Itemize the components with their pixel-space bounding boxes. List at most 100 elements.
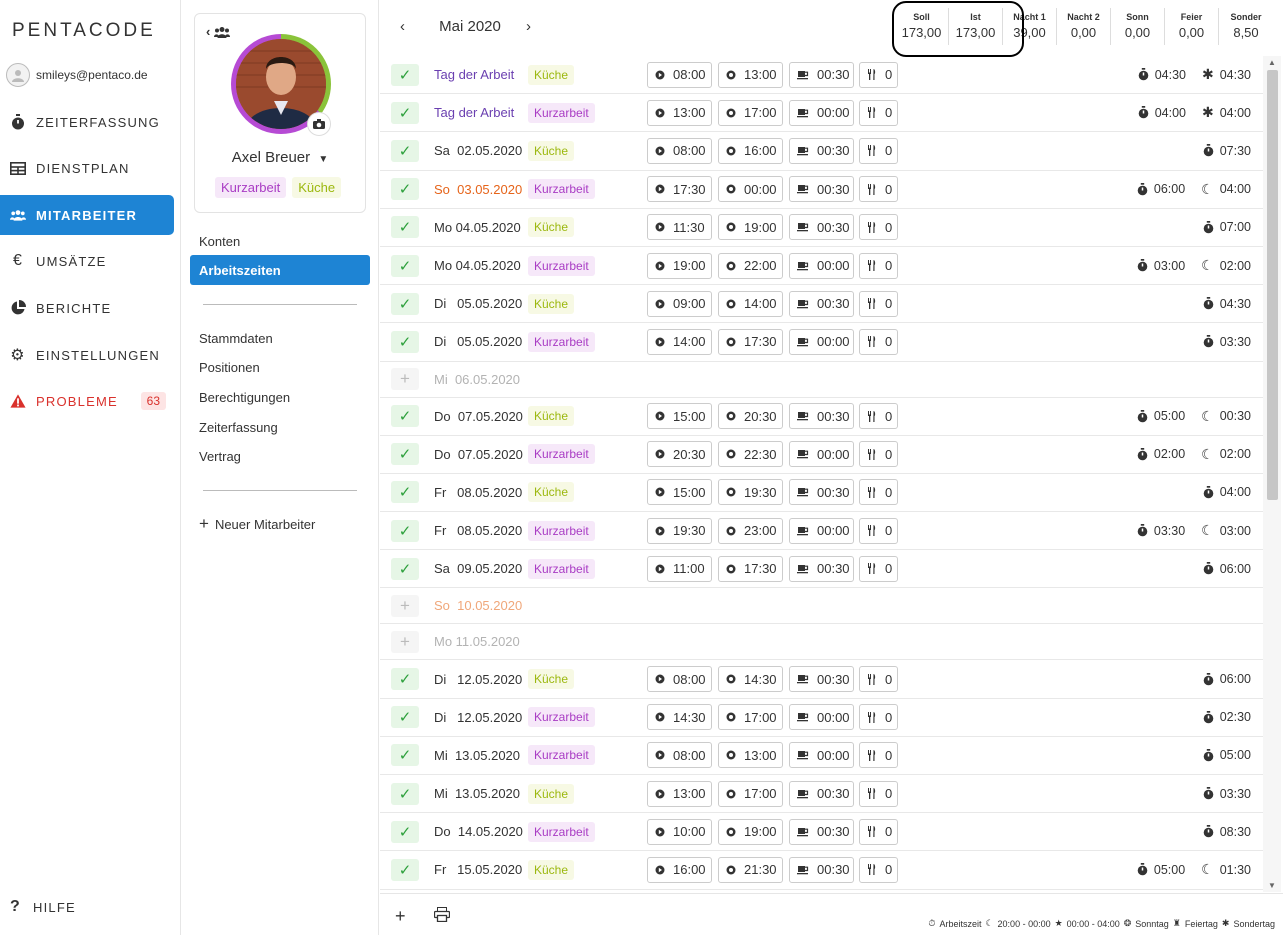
end-time-field[interactable]: 19:00: [718, 818, 783, 845]
meal-count-field[interactable]: 0: [859, 666, 898, 693]
approved-check-icon[interactable]: ✓: [391, 706, 419, 729]
end-time-field[interactable]: 19:00: [718, 214, 783, 241]
meal-count-field[interactable]: 0: [859, 137, 898, 164]
approved-check-icon[interactable]: ✓: [391, 178, 419, 201]
break-time-field[interactable]: 00:30: [789, 818, 854, 845]
camera-icon[interactable]: [307, 112, 331, 136]
start-time-field[interactable]: 08:00: [647, 61, 712, 88]
meal-count-field[interactable]: 0: [859, 99, 898, 126]
end-time-field[interactable]: 13:00: [718, 61, 783, 88]
start-time-field[interactable]: 11:00: [647, 555, 712, 582]
approved-check-icon[interactable]: ✓: [391, 139, 419, 162]
next-month-button[interactable]: ›: [526, 18, 540, 35]
break-time-field[interactable]: 00:30: [789, 214, 854, 241]
break-time-field[interactable]: 00:30: [789, 666, 854, 693]
start-time-field[interactable]: 08:00: [647, 137, 712, 164]
end-time-field[interactable]: 13:00: [718, 742, 783, 769]
end-time-field[interactable]: 14:30: [718, 666, 783, 693]
position-tag[interactable]: Küche: [528, 859, 575, 880]
position-tag[interactable]: Kurzarbeit: [528, 331, 595, 352]
submenu-vertrag[interactable]: Vertrag: [190, 441, 370, 471]
print-button[interactable]: [433, 906, 451, 927]
break-time-field[interactable]: 00:30: [789, 479, 854, 506]
meal-count-field[interactable]: 0: [859, 479, 898, 506]
meal-count-field[interactable]: 0: [859, 61, 898, 88]
position-tag[interactable]: Küche: [528, 482, 575, 503]
start-time-field[interactable]: 08:00: [647, 666, 712, 693]
help-link[interactable]: ? HILFE: [10, 898, 76, 916]
position-tag[interactable]: Kurzarbeit: [528, 444, 595, 465]
new-employee-button[interactable]: + Neuer Mitarbeiter: [190, 509, 370, 539]
end-time-field[interactable]: 22:00: [718, 252, 783, 279]
position-tag[interactable]: Küche: [528, 669, 575, 690]
end-time-field[interactable]: 19:30: [718, 479, 783, 506]
approved-check-icon[interactable]: ✓: [391, 292, 419, 315]
meal-count-field[interactable]: 0: [859, 441, 898, 468]
scrollbar[interactable]: ▲ ▼: [1263, 56, 1281, 892]
meal-count-field[interactable]: 0: [859, 214, 898, 241]
break-time-field[interactable]: 00:30: [789, 856, 854, 883]
nav-dienstplan[interactable]: DIENSTPLAN: [0, 148, 174, 188]
scrollbar-thumb[interactable]: [1267, 70, 1278, 500]
start-time-field[interactable]: 19:00: [647, 252, 712, 279]
break-time-field[interactable]: 00:00: [789, 328, 854, 355]
start-time-field[interactable]: 13:00: [647, 99, 712, 126]
approved-check-icon[interactable]: ✓: [391, 254, 419, 277]
scroll-down-icon[interactable]: ▼: [1268, 881, 1276, 890]
end-time-field[interactable]: 21:30: [718, 856, 783, 883]
position-tag[interactable]: Küche: [528, 406, 575, 427]
approved-check-icon[interactable]: ✓: [391, 782, 419, 805]
approved-check-icon[interactable]: ✓: [391, 481, 419, 504]
add-entry-plus-icon[interactable]: +: [391, 594, 419, 617]
start-time-field[interactable]: 19:30: [647, 517, 712, 544]
approved-check-icon[interactable]: ✓: [391, 443, 419, 466]
approved-check-icon[interactable]: ✓: [391, 405, 419, 428]
start-time-field[interactable]: 15:00: [647, 479, 712, 506]
add-entry-button[interactable]: +: [395, 906, 406, 927]
position-tag[interactable]: Kurzarbeit: [528, 558, 595, 579]
break-time-field[interactable]: 00:30: [789, 403, 854, 430]
approved-check-icon[interactable]: ✓: [391, 63, 419, 86]
submenu-arbeitszeiten[interactable]: Arbeitszeiten: [190, 255, 370, 285]
start-time-field[interactable]: 15:00: [647, 403, 712, 430]
approved-check-icon[interactable]: ✓: [391, 330, 419, 353]
end-time-field[interactable]: 14:00: [718, 290, 783, 317]
end-time-field[interactable]: 22:30: [718, 441, 783, 468]
position-tag[interactable]: Küche: [528, 293, 575, 314]
back-to-employees-button[interactable]: ‹: [206, 24, 231, 39]
meal-count-field[interactable]: 0: [859, 856, 898, 883]
break-time-field[interactable]: 00:00: [789, 441, 854, 468]
meal-count-field[interactable]: 0: [859, 704, 898, 731]
break-time-field[interactable]: 00:30: [789, 555, 854, 582]
position-tag[interactable]: Kurzarbeit: [528, 745, 595, 766]
break-time-field[interactable]: 00:00: [789, 704, 854, 731]
position-tag[interactable]: Küche: [528, 140, 575, 161]
approved-check-icon[interactable]: ✓: [391, 668, 419, 691]
approved-check-icon[interactable]: ✓: [391, 744, 419, 767]
meal-count-field[interactable]: 0: [859, 290, 898, 317]
break-time-field[interactable]: 00:30: [789, 290, 854, 317]
start-time-field[interactable]: 11:30: [647, 214, 712, 241]
position-tag[interactable]: Küche: [528, 217, 575, 238]
end-time-field[interactable]: 17:30: [718, 555, 783, 582]
break-time-field[interactable]: 00:00: [789, 742, 854, 769]
meal-count-field[interactable]: 0: [859, 517, 898, 544]
nav-umsätze[interactable]: € UMSÄTZE: [0, 241, 174, 281]
end-time-field[interactable]: 17:30: [718, 328, 783, 355]
approved-check-icon[interactable]: ✓: [391, 519, 419, 542]
end-time-field[interactable]: 00:00: [718, 176, 783, 203]
meal-count-field[interactable]: 0: [859, 555, 898, 582]
submenu-konten[interactable]: Konten: [190, 226, 370, 256]
start-time-field[interactable]: 20:30: [647, 441, 712, 468]
prev-month-button[interactable]: ‹: [400, 18, 414, 35]
start-time-field[interactable]: 08:00: [647, 742, 712, 769]
position-tag[interactable]: Küche: [528, 783, 575, 804]
end-time-field[interactable]: 20:30: [718, 403, 783, 430]
approved-check-icon[interactable]: ✓: [391, 216, 419, 239]
start-time-field[interactable]: 10:00: [647, 818, 712, 845]
approved-check-icon[interactable]: ✓: [391, 557, 419, 580]
meal-count-field[interactable]: 0: [859, 328, 898, 355]
break-time-field[interactable]: 00:30: [789, 137, 854, 164]
end-time-field[interactable]: 17:00: [718, 99, 783, 126]
user-account[interactable]: smileys@pentaco.de: [6, 63, 148, 87]
